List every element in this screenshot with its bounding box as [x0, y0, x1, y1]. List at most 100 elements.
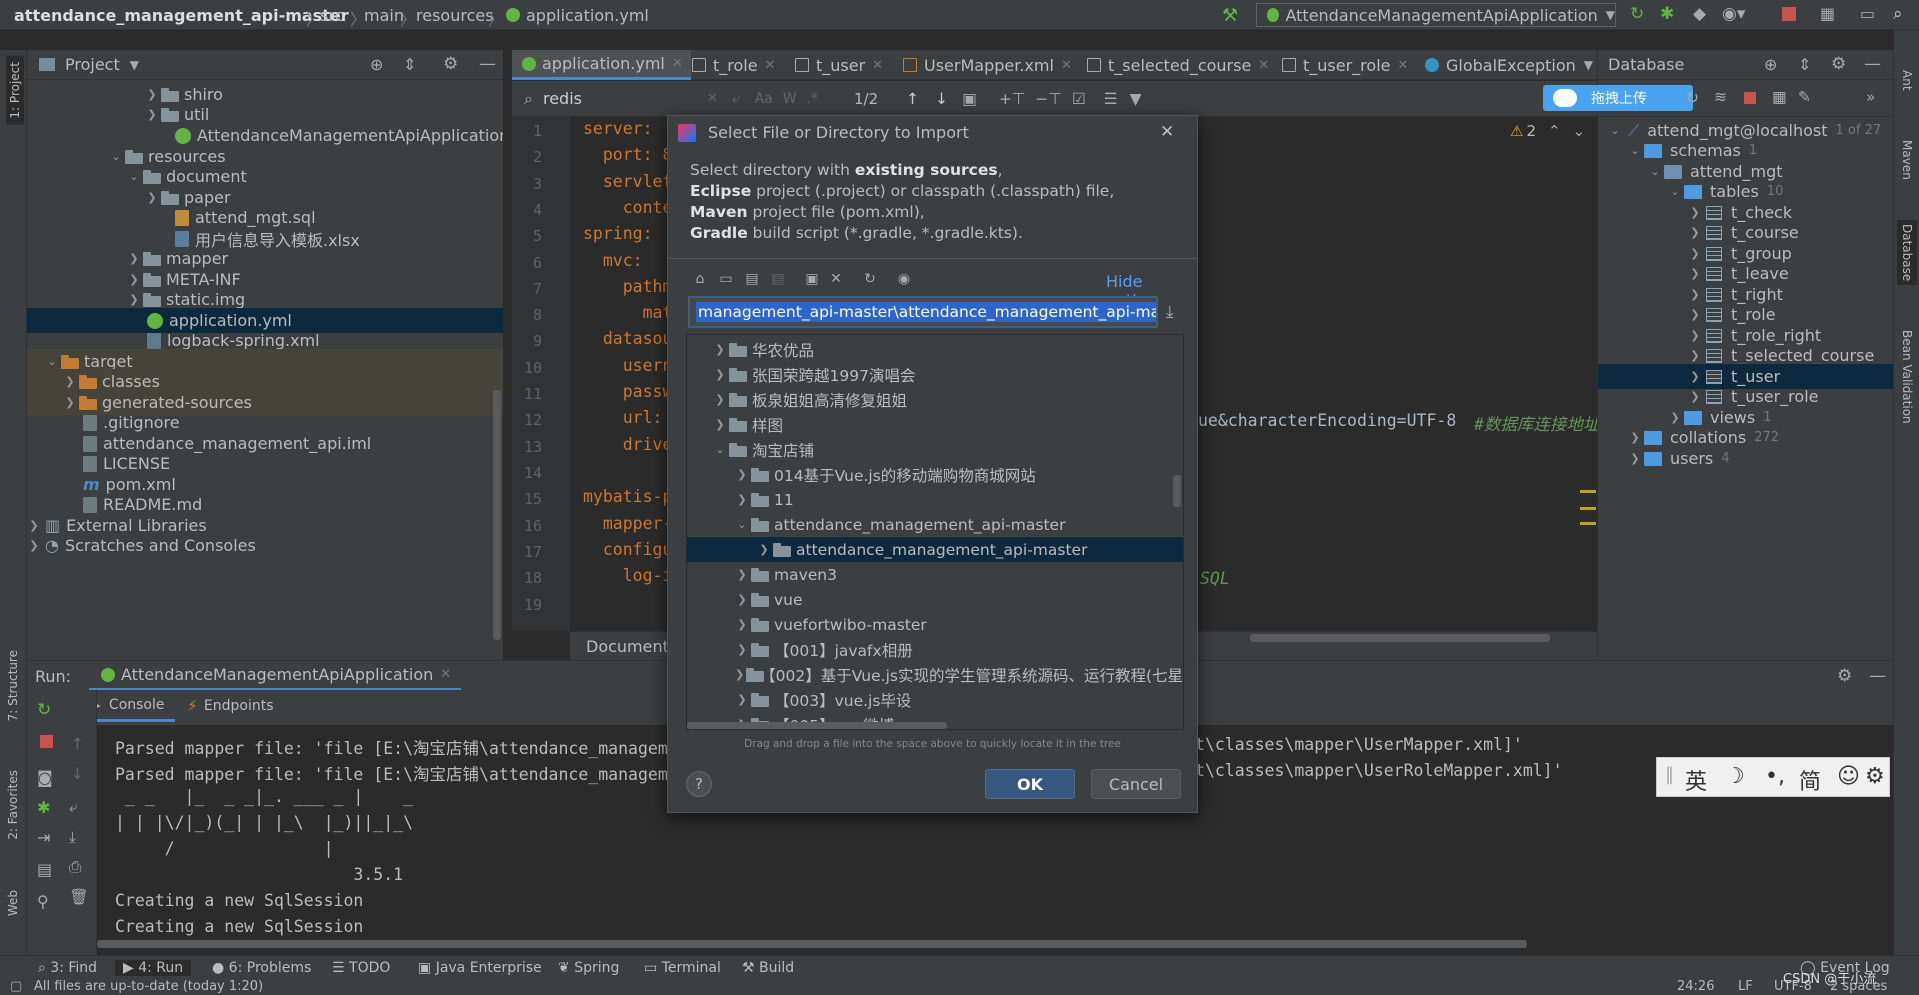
dir-item[interactable]: ❯ 板泉姐姐高清修复姐姐 — [687, 387, 1183, 412]
globe-icon[interactable]: ⊕ — [1764, 55, 1777, 74]
close-icon[interactable]: ✕ — [1160, 122, 1174, 142]
build-hammer-icon[interactable]: ⚒ — [1222, 5, 1238, 26]
dir-item[interactable]: ⌄ 淘宝店铺 — [687, 437, 1183, 462]
run-config-select[interactable]: AttendanceManagementApiApplication ▼ — [1256, 3, 1616, 27]
refresh-icon[interactable]: ↻ — [862, 272, 878, 286]
collapse-icon[interactable]: ⇕ — [1798, 55, 1811, 74]
inspection-widget[interactable]: ⚠ 2 ⌃ ⌄ — [1510, 122, 1585, 140]
dir-item[interactable]: ❯ 【003】vue.js毕设 — [687, 687, 1183, 712]
ok-button[interactable]: OK — [985, 769, 1075, 799]
desktop-icon[interactable]: ▭ — [718, 272, 734, 286]
dir-item-selected[interactable]: ❯ attendance_management_api-master — [687, 537, 1183, 562]
module-folder-icon[interactable]: ▤ — [770, 272, 786, 286]
db-users[interactable]: ❯ users 4 — [1628, 446, 1729, 471]
tab-todo[interactable]: ☰ TODO — [332, 960, 390, 976]
tab-maven[interactable]: Maven — [1900, 140, 1914, 180]
select-occurrences-icon[interactable]: ☑ — [1072, 90, 1086, 108]
stop-icon[interactable] — [40, 735, 53, 748]
tab-bean-validation[interactable]: Bean Validation — [1900, 330, 1914, 424]
up-icon[interactable]: ↑ — [71, 735, 84, 753]
tab-problems[interactable]: ● 6: Problems — [212, 960, 311, 976]
tab-project[interactable]: 1: Project — [6, 56, 24, 125]
tab-structure[interactable]: 7: Structure — [6, 650, 20, 721]
dir-item[interactable]: ❯ 014基于Vue.js的移动端购物商城网站 — [687, 462, 1183, 487]
chevron-down-icon[interactable]: ▼ — [130, 58, 139, 72]
dir-item[interactable]: ⌄ attendance_management_api-master — [687, 512, 1183, 537]
gear-icon[interactable]: ⚙ — [443, 54, 458, 74]
cancel-button[interactable]: Cancel — [1091, 769, 1181, 799]
tab-spring[interactable]: ❦ Spring — [558, 960, 619, 976]
ime-punct[interactable]: •, — [1765, 764, 1785, 789]
tab-endpoints[interactable]: ⚡ Endpoints — [177, 690, 284, 722]
table-view-icon[interactable]: ▦ — [1772, 88, 1787, 106]
add-occurrence-icon[interactable]: +⊤ — [999, 90, 1026, 108]
remove-occurrence-icon[interactable]: −⊤ — [1035, 90, 1062, 108]
new-folder-icon[interactable]: ▣ — [804, 272, 820, 286]
words-icon[interactable]: W — [783, 91, 797, 107]
select-all-occurrences-icon[interactable]: ▣ — [962, 90, 977, 108]
rerun-icon[interactable]: ↻ — [1630, 4, 1644, 24]
tab-java-enterprise[interactable]: ▣ Java Enterprise — [418, 960, 542, 976]
tab-terminal[interactable]: ▭ Terminal — [644, 960, 721, 976]
tab-usermapper[interactable]: UserMapper.xml ✕ — [895, 50, 1080, 80]
line-separator[interactable]: LF — [1738, 979, 1753, 994]
trash-icon[interactable]: 🗑 — [69, 888, 89, 906]
exit-icon[interactable]: ⇥ — [37, 828, 50, 847]
dialog-hscroll[interactable] — [687, 722, 947, 729]
delete-icon[interactable]: ✕ — [828, 272, 844, 286]
collapse-all-icon[interactable]: ⇕ — [403, 55, 416, 74]
filter-lines-icon[interactable]: ☰ — [1104, 90, 1118, 108]
dir-item[interactable]: ❯ 11 — [687, 487, 1183, 512]
regex-history-icon[interactable]: ⤶ — [732, 89, 741, 108]
clear-icon[interactable]: ✕ — [707, 91, 718, 106]
dir-item[interactable]: ❯ 样图 — [687, 412, 1183, 437]
stop-icon[interactable] — [1744, 92, 1756, 104]
dir-item[interactable]: ❯ 张国荣跨越1997演唱会 — [687, 362, 1183, 387]
tab-t-user[interactable]: t_user ✕ — [787, 50, 891, 80]
minimize-icon[interactable]: — — [479, 54, 496, 74]
editor-vscroll[interactable] — [1586, 150, 1594, 420]
project-scrollbar[interactable] — [493, 390, 501, 640]
gear-icon[interactable]: ⚙ — [1837, 666, 1852, 686]
layout-icon[interactable]: ▭ — [1860, 4, 1875, 23]
prev-match-icon[interactable]: ↑ — [906, 90, 919, 108]
camera-icon[interactable]: ◙ — [37, 768, 53, 787]
dir-item[interactable]: ❯ 华农优品 — [687, 337, 1183, 362]
breadcrumb-file[interactable]: application.yml — [526, 6, 649, 25]
pin-icon[interactable]: ⚲ — [37, 892, 49, 911]
tab-favorites[interactable]: 2: Favorites — [6, 770, 20, 840]
tab-run[interactable]: ▶ 4: Run — [115, 960, 192, 976]
locate-icon[interactable]: ⊕ — [370, 55, 383, 74]
edit-icon[interactable]: ✎ — [1798, 88, 1811, 106]
tab-t-selected-course[interactable]: t_selected_course ✕ — [1079, 50, 1277, 80]
home-icon[interactable]: ⌂ — [692, 272, 708, 286]
next-match-icon[interactable]: ↓ — [935, 90, 948, 108]
dir-item[interactable]: ❯ vue — [687, 587, 1183, 612]
tab-t-role[interactable]: t_role ✕ — [684, 50, 783, 80]
refresh-icon[interactable]: ↻ — [1686, 89, 1699, 107]
editor-footer-label[interactable]: Document — [586, 637, 669, 656]
upload-badge[interactable]: 拖拽上传 — [1543, 85, 1693, 111]
breadcrumb-main[interactable]: main — [364, 6, 404, 25]
dir-item[interactable]: ❯ 【002】基于Vue.js实现的学生管理系统源码、运行教程(七星 — [687, 662, 1183, 687]
help-button[interactable]: ? — [686, 771, 712, 797]
debug-icon[interactable]: ✱ — [1660, 4, 1674, 24]
project-panel-title[interactable]: Project — [65, 55, 120, 74]
tab-build[interactable]: ⚒ Build — [742, 960, 794, 976]
coverage-icon[interactable]: ◆ — [1693, 4, 1706, 24]
tab-application-yml[interactable]: application.yml ✕ — [512, 50, 691, 80]
minimize-icon[interactable]: — — [1864, 54, 1881, 74]
search-icon[interactable]: ⌕ — [1893, 4, 1903, 24]
dir-item[interactable]: ❯ maven3 — [687, 562, 1183, 587]
layout-icon[interactable]: ▤ — [37, 860, 52, 879]
dir-item[interactable]: ❯ vuefortwibo-master — [687, 612, 1183, 637]
profile-icon[interactable]: ◉▾ — [1722, 4, 1745, 24]
editor-hscroll[interactable] — [1250, 634, 1550, 642]
filter-icon[interactable]: ▼ — [1130, 90, 1142, 108]
sync-icon[interactable]: ≋ — [1714, 88, 1727, 106]
show-hidden-icon[interactable]: ◉ — [896, 272, 912, 286]
tab-globalexception[interactable]: GlobalException ▼ — [1417, 50, 1601, 80]
console-hscroll[interactable] — [97, 940, 1527, 948]
down-icon[interactable]: ↓ — [71, 765, 84, 783]
rerun-icon[interactable]: ↻ — [37, 700, 51, 720]
